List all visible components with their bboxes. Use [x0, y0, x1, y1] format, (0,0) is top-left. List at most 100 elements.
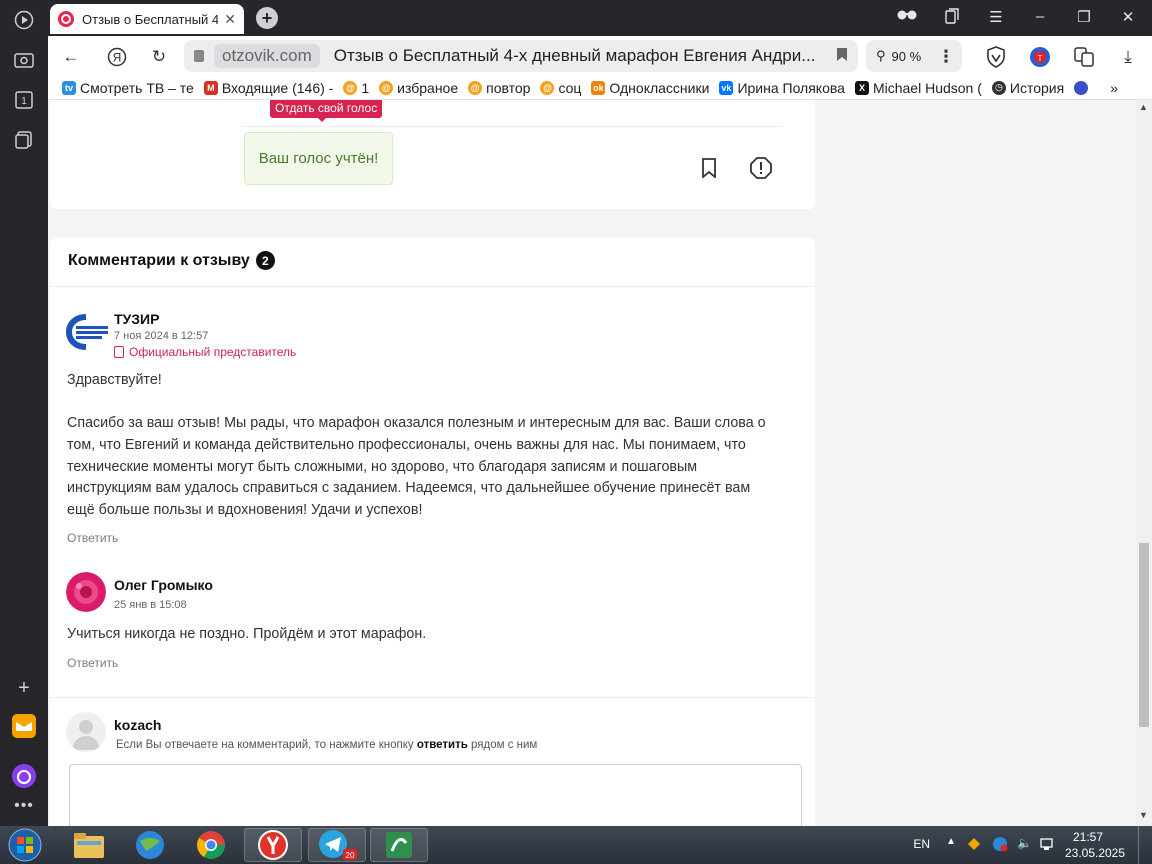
alice-icon[interactable] [12, 764, 36, 788]
minimize-icon[interactable]: – [1029, 8, 1051, 25]
extension-globe-icon[interactable]: T [1029, 46, 1051, 68]
download-icon[interactable]: ⤓ [1117, 46, 1139, 68]
bookmarks-panel-icon[interactable] [941, 8, 963, 28]
mailru-icon: @ [379, 80, 394, 95]
language-indicator[interactable]: EN [913, 837, 930, 851]
reply-link[interactable]: Ответить [67, 531, 118, 545]
avatar-kozach [66, 712, 106, 752]
ie-globe-icon[interactable] [121, 828, 179, 862]
bookmark-label: Входящие (146) - [221, 79, 334, 96]
hint-bold: ответить [416, 739, 468, 751]
yandex-browser-icon[interactable] [244, 828, 302, 862]
svg-text:Я: Я [113, 51, 122, 65]
app-icon [1074, 80, 1089, 95]
bookmark-extra[interactable] [1074, 80, 1092, 95]
telegram-icon[interactable]: 20 [308, 828, 366, 862]
notes-icon[interactable] [12, 128, 36, 152]
clock-date[interactable]: 23.05.2025 [1064, 846, 1126, 860]
document-app-icon[interactable] [370, 828, 428, 862]
collections-icon[interactable]: 1 [12, 88, 36, 112]
avatar-oleg[interactable] [66, 572, 106, 612]
tray-app-icon[interactable] [966, 836, 982, 855]
address-bar[interactable]: otzovik.com Отзыв о Бесплатный 4-х дневн… [184, 40, 858, 72]
scroll-down-icon[interactable]: ▼ [1139, 810, 1148, 820]
add-panel-icon[interactable]: + [12, 676, 36, 700]
back-arrow-icon[interactable]: ← [60, 46, 82, 68]
comment-date: 7 ноя 2024 в 12:57 [114, 330, 209, 342]
mailru-icon: @ [540, 80, 555, 95]
page-viewport: Отдать свой голос Ваш голос учтён! Комме… [48, 100, 1136, 826]
official-badge-label: Официальный представитель [129, 345, 297, 359]
comment-line: том, что Евгений и команда действительно… [67, 437, 746, 453]
tab-active[interactable]: Отзыв о Бесплатный 4-х дневный марафон Е… [50, 4, 244, 34]
bookmark-tv[interactable]: tv Смотреть ТВ – те [62, 80, 194, 96]
comment-hint: Если Вы отвечаете на комментарий, то наж… [116, 739, 537, 751]
bookmark-inbox[interactable]: M Входящие (146) - [203, 79, 334, 96]
divider [50, 286, 815, 287]
bookmark-label: Смотреть ТВ – те [80, 79, 194, 96]
bookmark-label: соц [558, 79, 582, 96]
protect-shield-icon[interactable] [985, 46, 1007, 68]
avatar-tuzir[interactable] [66, 312, 108, 352]
reply-link[interactable]: Ответить [67, 656, 118, 670]
telegram-badge: 20 [346, 851, 355, 860]
page-scrollbar[interactable]: ▲ ▼ [1136, 100, 1152, 826]
reader-glasses-icon[interactable] [896, 8, 918, 25]
comment-date: 25 янв в 15:08 [114, 599, 187, 611]
bookmark-odnoklassniki[interactable]: ok Одноклассники [591, 80, 709, 96]
navigation-toolbar: ← Я ↻ otzovik.com Отзыв о Бесплатный 4-х… [48, 36, 1152, 76]
tray-expand-icon[interactable]: ▲ [946, 836, 956, 847]
comment-author[interactable]: ТУЗИР [114, 311, 159, 327]
bookmark-history[interactable]: ◷ История [991, 80, 1064, 96]
screenshot-icon[interactable] [12, 48, 36, 72]
comments-card: Комментарии к отзыву 2 ТУЗИР 7 ноя 2024 … [50, 238, 815, 826]
scrollbar-thumb[interactable] [1139, 543, 1149, 727]
mail-app-icon[interactable] [12, 714, 36, 738]
bookmark-repeat[interactable]: @ повтор [468, 80, 530, 96]
start-button[interactable] [0, 828, 50, 862]
bookmark-label: Michael Hudson ( [872, 79, 982, 96]
bookmark-label: повтор [486, 79, 531, 96]
yandex-icon[interactable]: Я [106, 46, 128, 68]
restore-icon[interactable]: ❐ [1073, 8, 1095, 26]
new-tab-button[interactable]: + [256, 7, 278, 29]
network-icon[interactable] [1040, 836, 1056, 855]
comment-line: Спасибо за ваш отзыв! Мы рады, что мараф… [67, 415, 766, 431]
tab-title: Отзыв о Бесплатный 4-х дневный марафон Е… [82, 11, 219, 27]
otzovik-favicon-icon [58, 11, 74, 27]
clock-time[interactable]: 21:57 [1064, 830, 1112, 844]
explorer-icon[interactable] [60, 828, 118, 862]
bookmark-vk[interactable]: vk Ирина Полякова [719, 80, 845, 96]
tv-icon: tv [62, 80, 76, 95]
translate-icon[interactable] [1073, 46, 1095, 68]
more-options-icon[interactable]: ⋮ [935, 46, 957, 68]
hint-text: рядом с ним [467, 739, 538, 751]
bookmark-x[interactable]: X Michael Hudson ( [854, 79, 982, 96]
close-tab-icon[interactable]: ✕ [224, 11, 236, 28]
play-icon[interactable] [12, 8, 36, 32]
scroll-up-icon[interactable]: ▲ [1139, 102, 1148, 112]
bookmark-favorites[interactable]: @ избраное [379, 80, 458, 96]
report-icon[interactable] [750, 157, 772, 179]
bookmark-add-icon[interactable] [836, 47, 848, 66]
chrome-icon[interactable] [182, 828, 240, 862]
volume-icon[interactable]: 🔈 [1017, 836, 1032, 850]
x-icon: X [854, 80, 869, 95]
current-user-name: kozach [114, 717, 162, 733]
zoom-level: 90 % [891, 48, 922, 64]
bookmark-social[interactable]: @ соц [540, 80, 581, 96]
more-icon[interactable]: ••• [12, 794, 36, 818]
show-desktop-button[interactable] [1138, 826, 1152, 864]
url-domain: otzovik.com [214, 44, 320, 68]
reload-icon[interactable]: ↻ [148, 46, 170, 68]
close-window-icon[interactable]: ✕ [1117, 8, 1139, 26]
comment-textarea[interactable] [69, 764, 802, 826]
vote-tooltip: Отдать свой голос [270, 100, 383, 122]
tray-network-app-icon[interactable] [992, 836, 1008, 855]
bookmark-icon[interactable] [698, 157, 720, 179]
bookmark-1[interactable]: @1 [343, 80, 369, 96]
menu-icon[interactable]: ☰ [985, 8, 1007, 26]
bookmarks-overflow-icon[interactable]: » [1110, 80, 1118, 96]
comment-author[interactable]: Олег Громыко [114, 577, 213, 593]
comments-title: Комментарии к отзыву [68, 251, 250, 269]
